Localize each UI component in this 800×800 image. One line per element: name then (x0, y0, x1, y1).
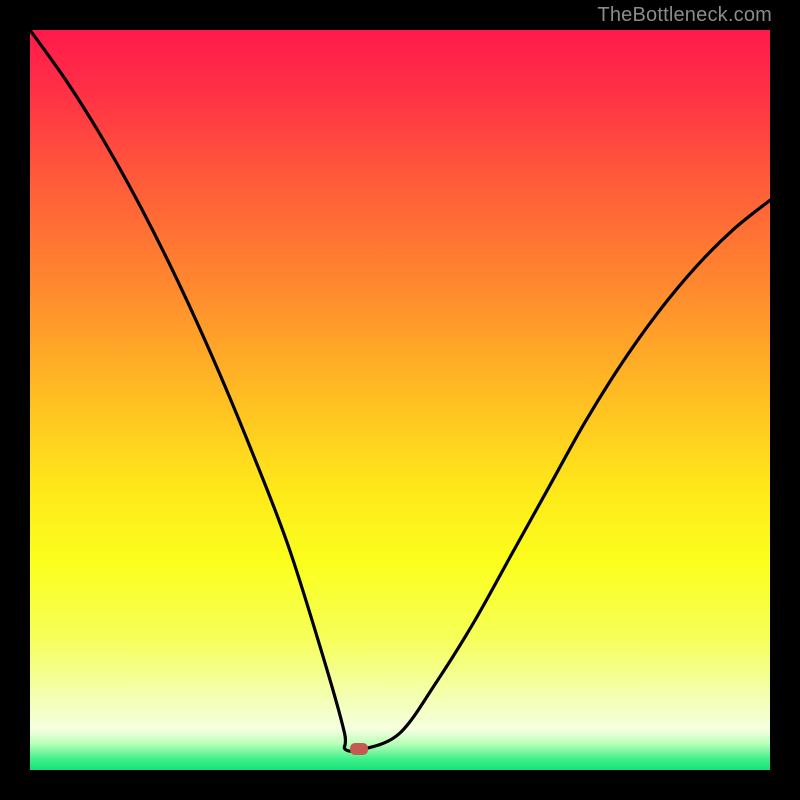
chart-frame: TheBottleneck.com (0, 0, 800, 800)
watermark-text: TheBottleneck.com (597, 4, 772, 27)
bottleneck-curve (30, 30, 770, 770)
optimal-point-marker (350, 743, 368, 755)
plot-area (30, 30, 770, 770)
